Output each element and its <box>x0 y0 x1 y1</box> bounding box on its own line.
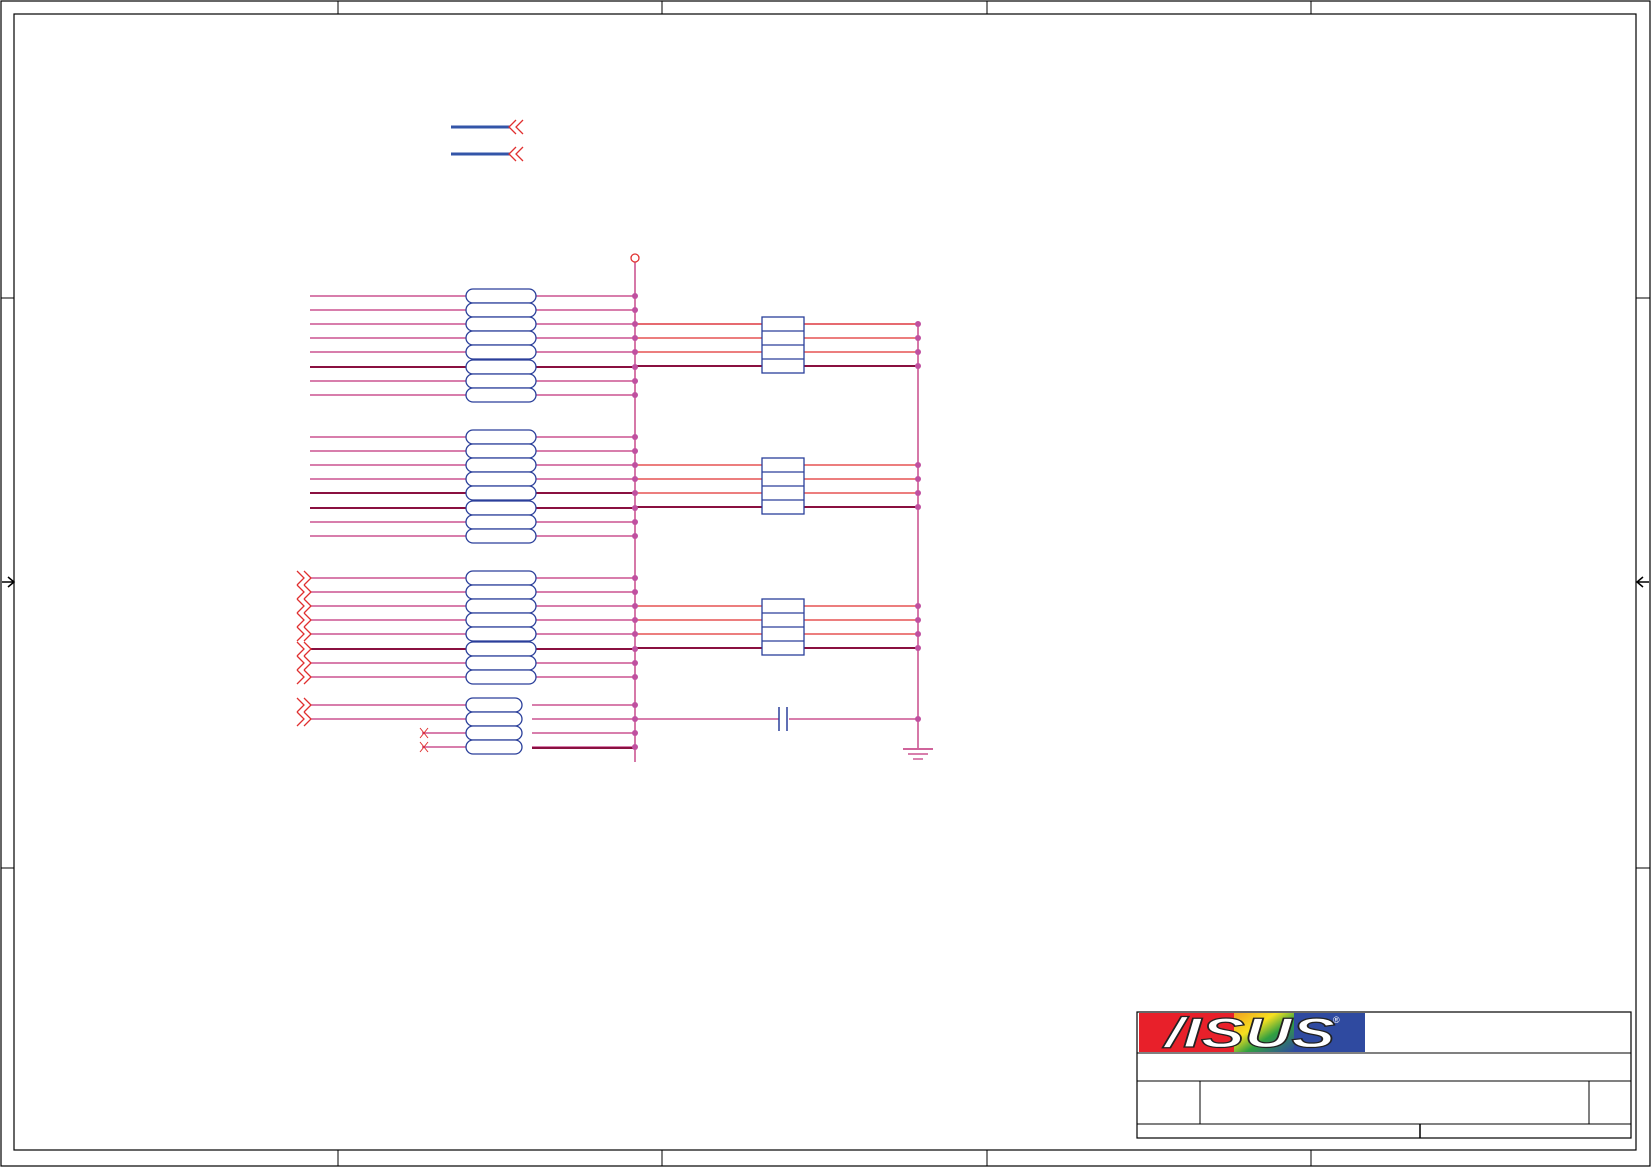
junction-dot-ground <box>915 363 921 369</box>
junction-dot <box>632 335 638 341</box>
resistor <box>465 316 537 332</box>
resistor <box>465 598 537 614</box>
input-arrow <box>296 697 312 713</box>
resistor <box>465 373 537 389</box>
resistor <box>465 570 537 586</box>
junction-dot <box>632 575 638 581</box>
junction-dot <box>632 674 638 680</box>
resistor <box>465 443 537 459</box>
junction-dot-ground <box>915 462 921 468</box>
junction-dot-ground <box>915 645 921 651</box>
title-block: /ISUS ® <box>1136 1008 1632 1139</box>
resistor <box>465 330 537 346</box>
junction-dot-ground <box>915 603 921 609</box>
resistor <box>465 711 523 727</box>
bus-connector-arrow-1 <box>508 146 524 162</box>
junction-dot <box>632 476 638 482</box>
junction-dot-ground <box>915 476 921 482</box>
resistor <box>465 669 537 685</box>
junction-dot-ground <box>915 504 921 510</box>
logo-wordmark: /ISUS <box>1162 1009 1335 1056</box>
junction-dot <box>632 617 638 623</box>
junction-dot <box>632 730 638 736</box>
resistor <box>465 359 537 375</box>
junction-dot-ground <box>915 335 921 341</box>
junction-dot <box>632 448 638 454</box>
resistor <box>465 485 537 501</box>
junction-dot <box>632 364 638 370</box>
junction-dot <box>632 646 638 652</box>
junction-dot <box>632 519 638 525</box>
junction-dot <box>632 589 638 595</box>
junction-dot <box>632 505 638 511</box>
junction-dot <box>632 434 638 440</box>
junction-dot <box>632 490 638 496</box>
resistor <box>465 387 537 403</box>
resistor <box>465 500 537 516</box>
junction-dot-cap <box>915 716 921 722</box>
input-arrow <box>296 598 312 614</box>
resistor <box>465 584 537 600</box>
junction-dot-ground <box>915 490 921 496</box>
resistor <box>465 612 537 628</box>
junction-dot <box>632 462 638 468</box>
junction-dot <box>632 660 638 666</box>
resistor <box>465 471 537 487</box>
resistor <box>465 528 537 544</box>
junction-dot <box>632 321 638 327</box>
drawing-frame <box>0 0 1651 1167</box>
junction-dot <box>632 307 638 313</box>
resistor <box>465 626 537 642</box>
resistor <box>465 457 537 473</box>
asus-logo: /ISUS ® <box>1139 1008 1365 1057</box>
wire-layer <box>310 125 919 762</box>
center-arrow-left <box>2 576 16 588</box>
resistor <box>465 697 523 713</box>
resistor <box>465 429 537 445</box>
input-arrow <box>296 711 312 727</box>
resistor <box>465 514 537 530</box>
junction-dot-ground <box>915 321 921 327</box>
resistor <box>465 344 537 360</box>
junction-dot <box>632 293 638 299</box>
junction-dot <box>632 716 638 722</box>
input-arrow <box>296 612 312 628</box>
registered-mark: ® <box>1333 1015 1340 1025</box>
junction-dot <box>632 603 638 609</box>
input-arrow <box>296 626 312 642</box>
inner-border <box>13 13 1637 1151</box>
power-port <box>630 253 640 263</box>
junction-dot <box>632 744 638 750</box>
junction-dot <box>632 533 638 539</box>
input-arrow <box>296 669 312 685</box>
input-arrow <box>296 570 312 586</box>
resistor <box>465 302 537 318</box>
junction-dot-ground <box>915 631 921 637</box>
resistor <box>465 288 537 304</box>
junction-dot <box>632 702 638 708</box>
resistor <box>465 655 537 671</box>
resistor <box>465 739 523 755</box>
input-arrow <box>296 584 312 600</box>
resistor <box>465 641 537 657</box>
junction-dot-ground <box>915 349 921 355</box>
outer-border <box>0 0 1651 1167</box>
bus-connector-arrow-0 <box>508 119 524 135</box>
junction-dot <box>632 378 638 384</box>
input-arrow <box>296 655 312 671</box>
junction-dot <box>632 349 638 355</box>
resistor <box>465 725 523 741</box>
junction-dot <box>632 631 638 637</box>
input-arrow <box>296 641 312 657</box>
schematic-sheet: /ISUS ® <box>0 0 1651 1167</box>
junction-dot <box>632 392 638 398</box>
junction-dot-ground <box>915 617 921 623</box>
center-arrow-right <box>1635 576 1649 588</box>
